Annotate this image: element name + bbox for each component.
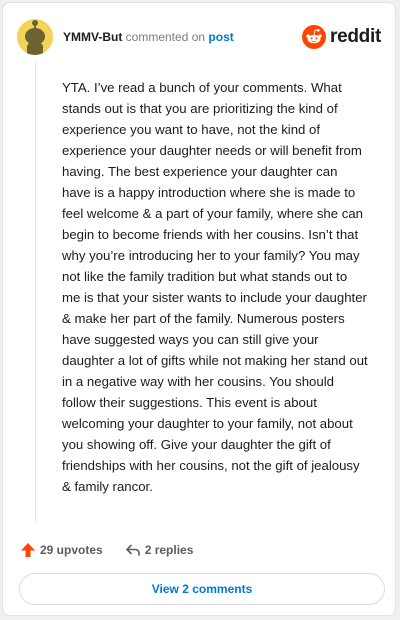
comment-header: YMMV-But commented on post reddit <box>17 17 381 57</box>
reddit-logo-icon <box>302 25 327 49</box>
action-text: commented on <box>125 30 206 44</box>
user-avatar[interactable] <box>17 19 53 55</box>
comment-meta: YMMV-But commented on post <box>63 30 234 44</box>
reply-arrow-icon <box>125 542 145 558</box>
brand-wordmark: reddit <box>330 26 381 47</box>
upvote-button[interactable]: 29 upvotes <box>20 542 103 558</box>
username-link[interactable]: YMMV-But <box>63 30 122 44</box>
replies-count: 2 replies <box>144 543 194 557</box>
reddit-brand[interactable]: reddit <box>302 25 381 49</box>
thread-line[interactable] <box>35 61 36 523</box>
comment-card: YMMV-But commented on post reddit YTA. I… <box>2 2 396 616</box>
comment-actions: 29 upvotes 2 replies <box>20 540 193 560</box>
post-link[interactable]: post <box>208 30 233 44</box>
upvote-arrow-icon <box>20 542 40 558</box>
comment-body: YTA. I’ve read a bunch of your comments.… <box>62 80 368 494</box>
replies-button[interactable]: 2 replies <box>125 542 194 558</box>
upvote-count: 29 upvotes <box>40 543 103 557</box>
view-comments-button[interactable]: View 2 comments <box>19 573 385 605</box>
